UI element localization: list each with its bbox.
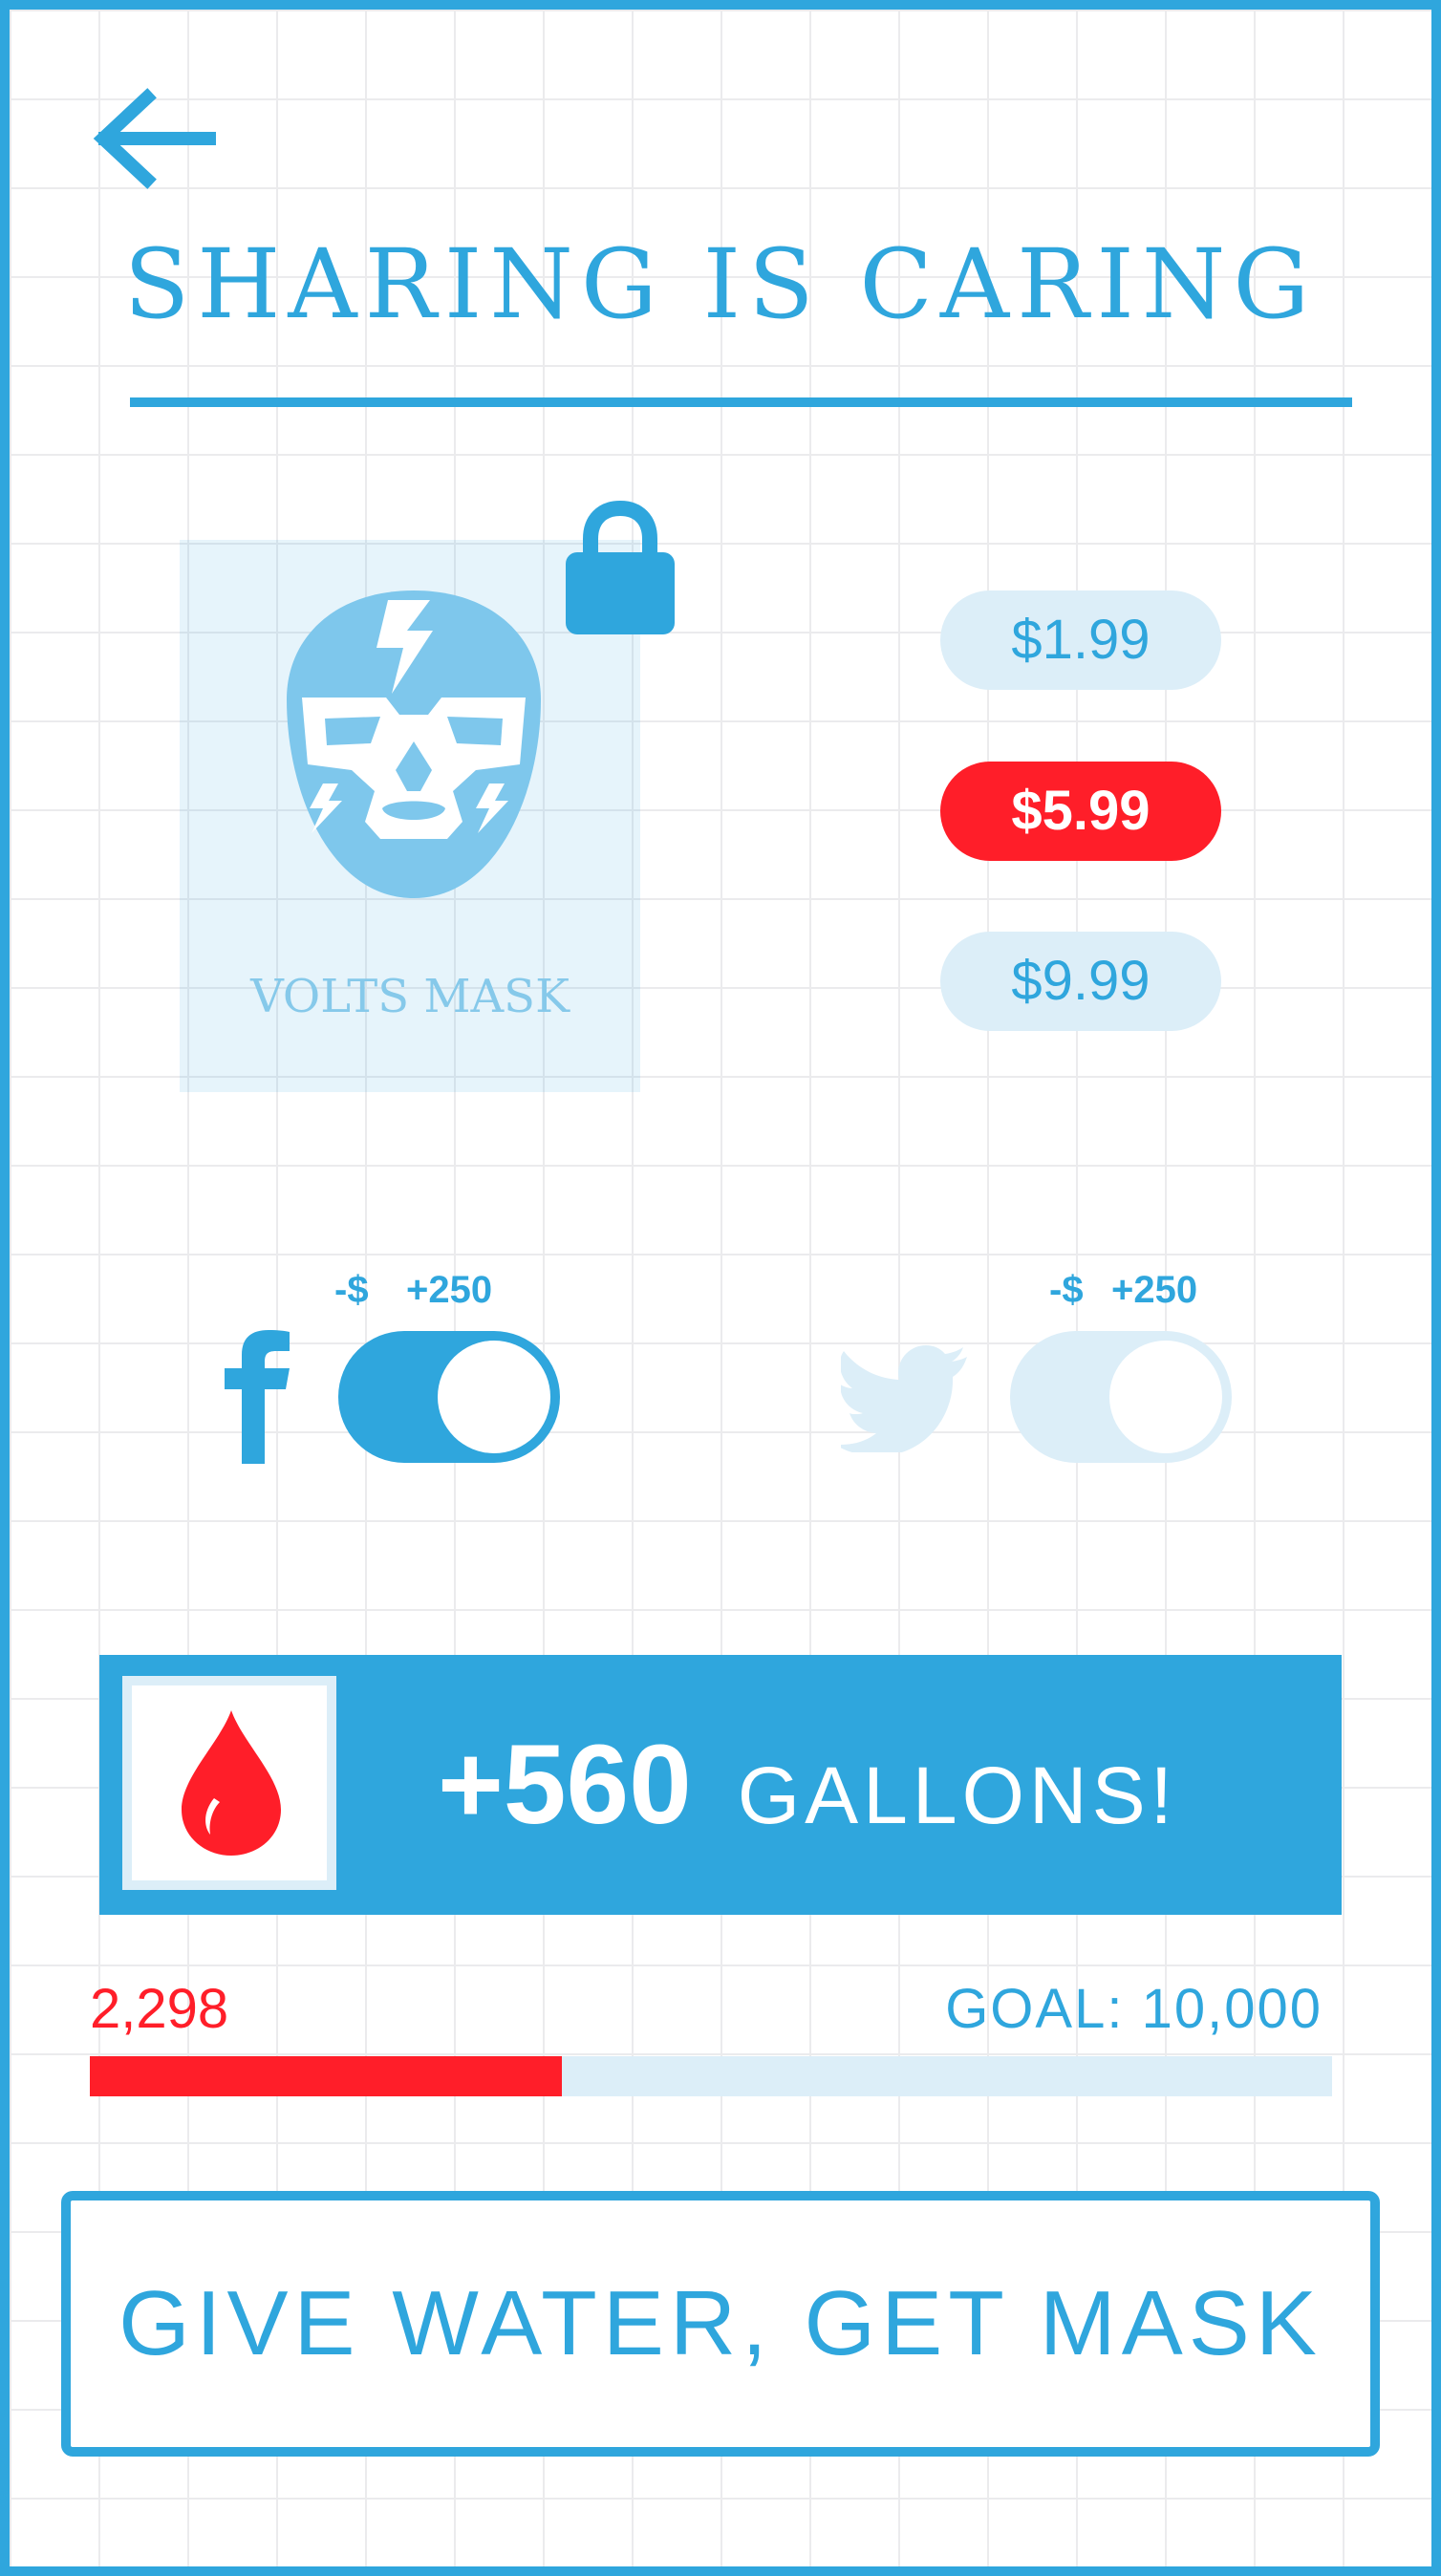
title-divider [130, 397, 1352, 407]
price-option-2[interactable]: $5.99 [940, 762, 1221, 861]
gallons-text: +560 GALLONS! [438, 1655, 1177, 1915]
progress-current-value: 2,298 [90, 1978, 229, 2040]
mask-name: VOLTS MASK [250, 970, 570, 1023]
give-water-get-mask-button[interactable]: GIVE WATER, GET MASK [61, 2191, 1380, 2457]
progress-bar [90, 2056, 1332, 2096]
screen-frame [0, 0, 1441, 2576]
progress-bar-fill [90, 2056, 562, 2096]
wrestling-mask-icon [287, 590, 541, 898]
lock-icon [566, 500, 675, 634]
twitter-share-toggle[interactable] [1010, 1331, 1232, 1463]
facebook-bonus-cost: -$ [334, 1269, 369, 1311]
water-drop-icon [182, 1710, 281, 1856]
arrow-left-icon [93, 88, 217, 189]
gallons-unit: GALLONS! [737, 1750, 1177, 1840]
twitter-icon [841, 1345, 967, 1452]
page-title: SHARING IS CARING [123, 228, 1318, 340]
drop-icon-box [122, 1676, 336, 1890]
back-button[interactable] [92, 86, 217, 191]
toggle-knob [438, 1341, 550, 1453]
twitter-bonus-cost: -$ [1049, 1269, 1084, 1311]
toggle-knob [1109, 1341, 1222, 1453]
progress-goal-label: GOAL: 10,000 [945, 1978, 1323, 2040]
gallons-banner: +560 GALLONS! [99, 1655, 1342, 1915]
twitter-bonus-points: +250 [1111, 1269, 1198, 1311]
gallons-amount: +560 [438, 1722, 692, 1848]
price-option-3[interactable]: $9.99 [940, 932, 1221, 1031]
price-option-1[interactable]: $1.99 [940, 590, 1221, 690]
facebook-share-toggle[interactable] [338, 1331, 560, 1463]
facebook-icon [225, 1330, 290, 1464]
facebook-bonus-points: +250 [406, 1269, 493, 1311]
